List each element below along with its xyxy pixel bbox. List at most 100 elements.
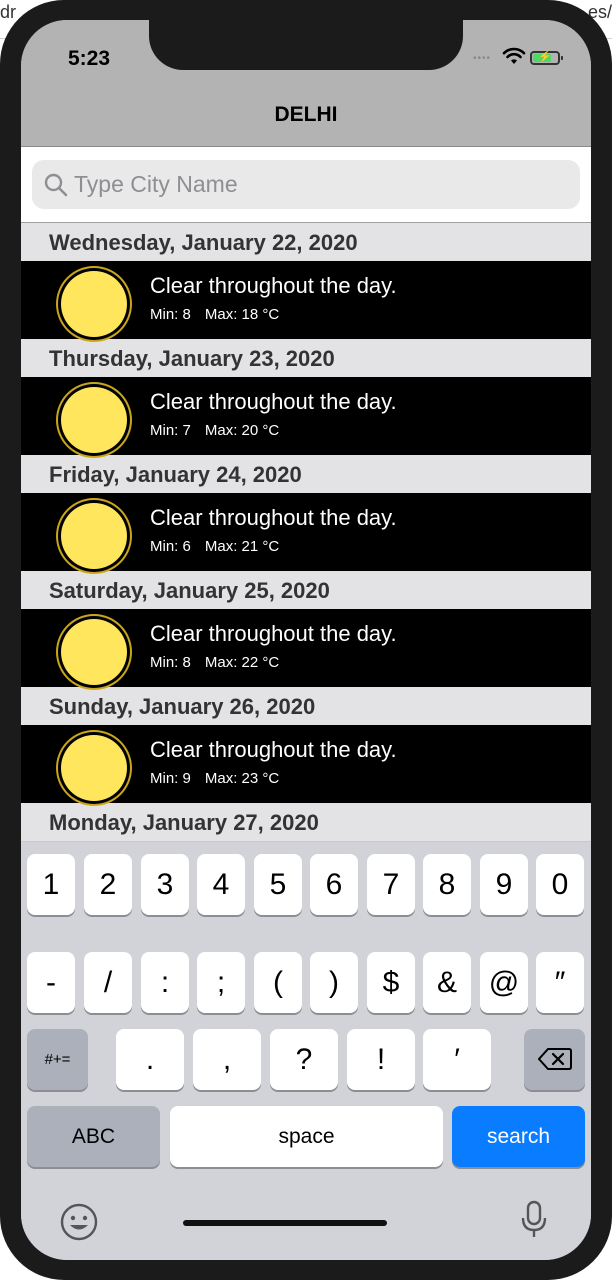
backspace-icon (538, 1048, 572, 1070)
key-colon[interactable]: : (141, 952, 189, 1013)
key-comma[interactable]: , (193, 1029, 261, 1090)
forecast-summary: Clear throughout the day. (150, 389, 397, 414)
key-label: , (222, 1043, 232, 1076)
key-label: : (160, 966, 170, 999)
search-icon (44, 173, 68, 197)
max-temp: Max: 23 °C (204, 770, 280, 787)
forecast-section: Thursday, January 23, 2020 Clear through… (21, 339, 591, 455)
max-temp: Max: 20 °C (204, 422, 280, 439)
key-ampersand[interactable]: & (423, 952, 471, 1013)
key-label: 7 (382, 868, 400, 901)
key-close-paren[interactable]: ) (310, 952, 358, 1013)
key-label: - (46, 966, 56, 999)
key-label: ABC (71, 1125, 116, 1148)
key-label: space (278, 1125, 335, 1148)
sun-icon (61, 271, 127, 337)
key-label: $ (382, 966, 400, 999)
key-7[interactable]: 7 (367, 854, 415, 915)
key-2[interactable]: 2 (84, 854, 132, 915)
key-1[interactable]: 1 (27, 854, 75, 915)
forecast-summary: Clear throughout the day. (150, 737, 397, 762)
forecast-summary: Clear throughout the day. (150, 621, 397, 646)
day-header: Thursday, January 23, 2020 (21, 339, 591, 377)
min-temp: Min: 6 (150, 538, 191, 555)
forecast-row[interactable]: Clear throughout the day. Min: 6 Max: 21 … (21, 493, 591, 571)
max-temp: Max: 22 °C (204, 654, 280, 671)
forecast-row[interactable]: Clear throughout the day. Min: 7 Max: 20 … (21, 377, 591, 455)
abc-key[interactable]: ABC (27, 1106, 160, 1167)
key-label: ? (295, 1043, 313, 1076)
forecast-temps: Min: 9 Max: 23 °C (150, 770, 279, 787)
key-5[interactable]: 5 (254, 854, 302, 915)
forecast-temps: Min: 7 Max: 20 °C (150, 422, 279, 439)
page-title: DELHI (274, 103, 338, 126)
forecast-list[interactable]: Wednesday, January 22, 2020 Clear throug… (21, 223, 591, 841)
key-label: / (103, 966, 113, 999)
key-open-paren[interactable]: ( (254, 952, 302, 1013)
key-question[interactable]: ? (270, 1029, 338, 1090)
microphone-icon[interactable] (519, 1200, 549, 1240)
forecast-temps: Min: 8 Max: 22 °C (150, 654, 279, 671)
key-label: ; (216, 966, 226, 999)
space-key[interactable]: space (170, 1106, 443, 1167)
background-text-left: dr (0, 2, 17, 22)
key-label: 6 (325, 868, 343, 901)
key-label: 1 (42, 868, 60, 901)
key-hyphen[interactable]: - (27, 952, 75, 1013)
key-4[interactable]: 4 (197, 854, 245, 915)
key-3[interactable]: 3 (141, 854, 189, 915)
key-double-quote[interactable]: ″ (536, 952, 584, 1013)
key-9[interactable]: 9 (480, 854, 528, 915)
sun-icon (61, 619, 127, 685)
key-8[interactable]: 8 (423, 854, 471, 915)
forecast-row[interactable]: Clear throughout the day. Min: 8 Max: 18 … (21, 261, 591, 339)
min-temp: Min: 9 (150, 770, 191, 787)
delete-key[interactable] (524, 1029, 585, 1090)
key-at[interactable]: @ (480, 952, 528, 1013)
phone-frame: 5: 2 3 •••• ⚡ DELHI Type City Name Wednesd… (0, 0, 612, 1280)
min-temp: Min: 8 (150, 306, 191, 323)
forecast-row[interactable]: Clear throughout the day. Min: 9 Max: 23 … (21, 725, 591, 803)
search-key[interactable]: search (452, 1106, 585, 1167)
search-input[interactable] (74, 160, 564, 209)
max-temp: Max: 18 °C (204, 306, 280, 323)
search-field[interactable] (32, 160, 580, 209)
key-label: 2 (99, 868, 117, 901)
key-label: 9 (495, 868, 513, 901)
day-header: Wednesday, January 22, 2020 (21, 223, 591, 261)
forecast-temps: Min: 6 Max: 21 °C (150, 538, 279, 555)
key-0[interactable]: 0 (536, 854, 584, 915)
forecast-summary: Clear throughout the day. (150, 505, 397, 530)
wifi-icon (502, 47, 526, 64)
forecast-section: Sunday, January 26, 2020 Clear throughou… (21, 687, 591, 803)
key-label: ) (329, 966, 339, 999)
forecast-section: Friday, January 24, 2020 Clear throughou… (21, 455, 591, 571)
key-slash[interactable]: / (84, 952, 132, 1013)
min-temp: Min: 8 (150, 654, 191, 671)
key-label: 8 (438, 868, 456, 901)
key-label: #+= (44, 1051, 71, 1068)
battery-icon: ⚡ (530, 51, 563, 65)
key-label: & (436, 966, 457, 999)
key-6[interactable]: 6 (310, 854, 358, 915)
day-header: Saturday, January 25, 2020 (21, 571, 591, 609)
key-label: ( (273, 966, 283, 999)
key-exclamation[interactable]: ! (347, 1029, 415, 1090)
keyboard: 1 2 3 4 5 6 7 8 9 0 - / : ; ( ) $ & @ ″ … (21, 842, 591, 1260)
sun-icon (61, 735, 127, 801)
key-label: 0 (551, 868, 569, 901)
key-dollar[interactable]: $ (367, 952, 415, 1013)
key-apostrophe[interactable]: ′ (423, 1029, 491, 1090)
signal-icon: •••• (473, 53, 492, 64)
emoji-icon[interactable] (59, 1202, 99, 1242)
day-header: Sunday, January 26, 2020 (21, 687, 591, 725)
key-label: 4 (212, 868, 230, 901)
key-label: 5 (269, 868, 287, 901)
key-label: 3 (156, 868, 174, 901)
forecast-summary: Clear throughout the day. (150, 273, 397, 298)
forecast-row[interactable]: Clear throughout the day. Min: 8 Max: 22 … (21, 609, 591, 687)
key-label: search (486, 1125, 551, 1148)
symbols-toggle-key[interactable]: #+= (27, 1029, 88, 1090)
key-period[interactable]: . (116, 1029, 184, 1090)
key-semicolon[interactable]: ; (197, 952, 245, 1013)
